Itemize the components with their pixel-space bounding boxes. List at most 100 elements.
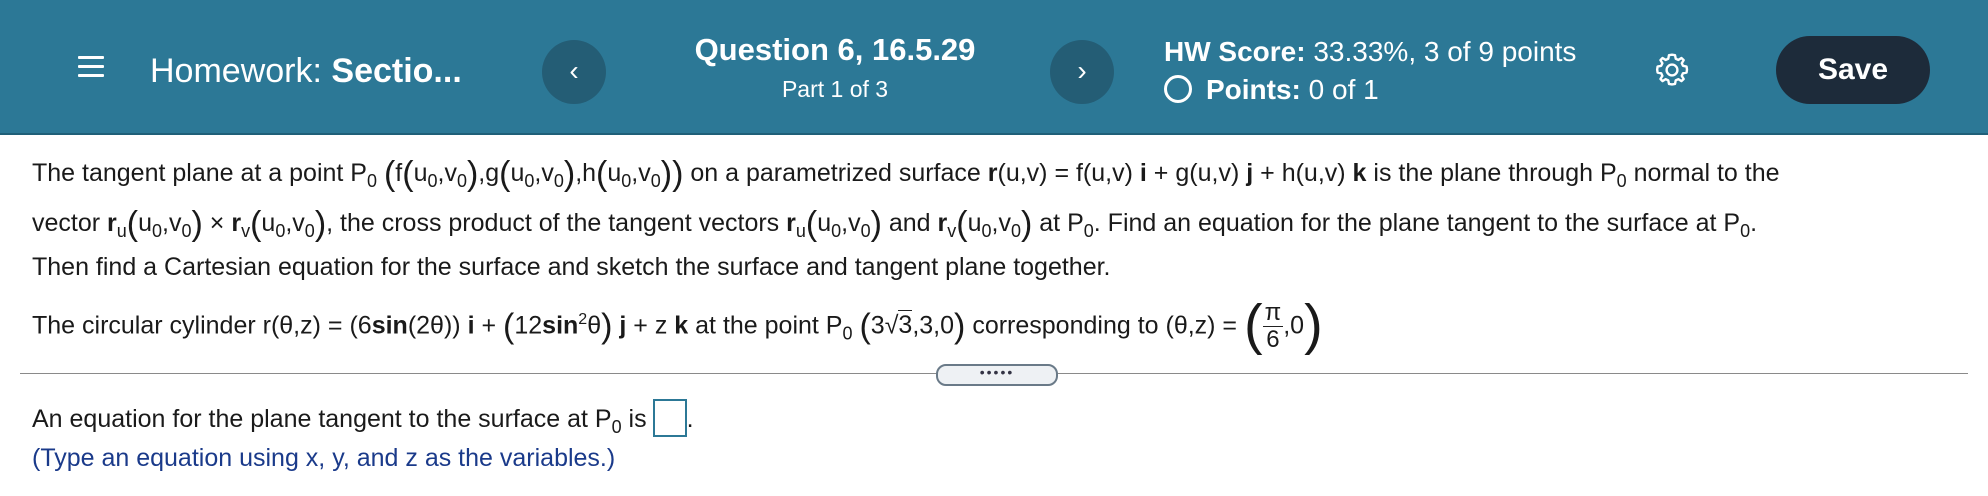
text-segment: An equation for the plane tangent to the… <box>32 405 612 433</box>
hw-score-value: 33.33%, 3 of 9 points <box>1313 36 1577 67</box>
text-segment: and <box>888 209 931 237</box>
top-bar: Homework: Sectio... ‹ Question 6, 16.5.2… <box>0 0 1988 135</box>
text-segment: is the plane through P <box>1373 159 1617 187</box>
text-segment: u <box>510 159 525 187</box>
text-segment: v <box>541 159 554 187</box>
subscript: v <box>947 221 957 241</box>
text-segment: , the cross product of the tangent vecto… <box>326 209 780 237</box>
text-segment: 3 <box>870 311 885 340</box>
text-segment: at the point P <box>695 311 843 340</box>
gear-icon[interactable] <box>1654 52 1690 88</box>
text-segment: u <box>413 159 428 187</box>
superscript: 2 <box>578 311 588 328</box>
answer-input[interactable] <box>652 399 687 437</box>
subscript: 0 <box>1740 221 1751 241</box>
problem-line-1: The tangent plane at a point P0 (f(u0,v0… <box>32 155 1780 193</box>
text-segment: v <box>169 209 182 237</box>
text-segment: sin <box>542 311 579 340</box>
text-segment: + <box>1260 159 1275 187</box>
text-segment: vector <box>32 209 101 237</box>
previous-question-button[interactable]: ‹ <box>542 40 606 104</box>
homework-label: Homework: <box>150 52 322 90</box>
text-segment: 12 <box>514 311 543 340</box>
subscript: 0 <box>1010 221 1021 241</box>
fraction-numerator: π <box>1262 299 1284 328</box>
fraction-denominator: 6 <box>1266 326 1280 354</box>
text-segment: . <box>1750 209 1758 237</box>
text-segment: + <box>481 311 497 340</box>
subscript: 0 <box>981 221 992 241</box>
question-title: Question 6, 16.5.29 <box>694 32 976 67</box>
text-segment: u <box>138 209 153 237</box>
subscript: 0 <box>650 171 661 191</box>
points-label: Points: <box>1206 74 1301 105</box>
text-segment: × <box>209 209 225 237</box>
text-segment: i <box>1139 159 1147 187</box>
text-segment: u <box>607 159 622 187</box>
text-segment: √ <box>884 311 899 340</box>
subscript: 0 <box>553 171 564 191</box>
text-segment: is <box>628 405 647 433</box>
subscript: 0 <box>275 221 286 241</box>
text-segment: on a parametrized surface <box>690 159 981 187</box>
subscript: 0 <box>181 221 192 241</box>
points-status: Points: 0 of 1 <box>1164 74 1379 106</box>
text-segment: h(u,v) <box>1281 159 1346 187</box>
text-segment: r <box>937 209 948 237</box>
subscript: 0 <box>860 221 871 241</box>
text-segment: v <box>638 159 651 187</box>
text-segment: at P <box>1039 209 1084 237</box>
subscript: 0 <box>524 171 535 191</box>
text-segment: ,3,0 <box>912 311 955 340</box>
problem-line-4: The circular cylinder r(θ,z) = (6sin(2θ)… <box>32 292 1323 356</box>
text-segment: 3 <box>898 310 913 340</box>
subscript: 0 <box>152 221 163 241</box>
text-segment: corresponding to (θ,z) = <box>972 311 1238 340</box>
text-segment: r <box>231 209 242 237</box>
hw-score: HW Score: 33.33%, 3 of 9 points <box>1164 36 1576 68</box>
homework-name: Sectio... <box>331 52 462 90</box>
subscript: 0 <box>456 171 467 191</box>
next-question-button[interactable]: › <box>1050 40 1114 104</box>
text-segment: k <box>674 311 689 340</box>
text-segment: normal to the <box>1633 159 1780 187</box>
subscript: 0 <box>427 171 438 191</box>
text-segment: (2θ)) <box>407 311 461 340</box>
subscript: 0 <box>611 417 622 437</box>
homework-title[interactable]: Homework: Sectio... <box>150 52 462 91</box>
text-segment: + <box>1153 159 1169 187</box>
subscript: u <box>795 221 806 241</box>
save-button[interactable]: Save <box>1776 36 1930 104</box>
problem-line-3: Then find a Cartesian equation for the s… <box>32 253 1111 281</box>
text-segment: r <box>786 209 796 237</box>
text-segment: u <box>817 209 832 237</box>
divider-drag-handle[interactable]: ••••• <box>936 364 1058 386</box>
text-segment: i <box>467 311 475 340</box>
text-segment: The circular cylinder r(θ,z) = (6 <box>32 311 372 340</box>
text-segment: ,0 <box>1283 311 1305 340</box>
answer-prompt: An equation for the plane tangent to the… <box>32 399 694 438</box>
fraction: π6 <box>1262 299 1284 354</box>
text-segment: The tangent plane at a point P <box>32 159 367 187</box>
incomplete-circle-icon <box>1164 75 1192 103</box>
problem-statement: The tangent plane at a point P0 (f(u0,v0… <box>32 152 1962 361</box>
text-segment: k <box>1352 159 1367 187</box>
text-segment: sin <box>371 311 408 340</box>
answer-hint: (Type an equation using x, y, and z as t… <box>32 444 616 472</box>
text-segment: r <box>987 159 998 187</box>
text-segment: h <box>582 159 597 187</box>
text-segment: v <box>444 159 457 187</box>
subscript: 0 <box>304 221 315 241</box>
hw-score-label: HW Score: <box>1164 36 1306 67</box>
text-segment: u <box>967 209 982 237</box>
text-segment: (u,v) = f(u,v) <box>997 159 1133 187</box>
text-segment: v <box>848 209 861 237</box>
problem-line-2: vector ru(u0,v0) × rv(u0,v0), the cross … <box>32 205 1758 243</box>
text-segment: . <box>686 405 694 433</box>
subscript: 0 <box>621 171 632 191</box>
text-segment: v <box>998 209 1011 237</box>
text-segment: j <box>1246 159 1254 187</box>
points-value: 0 of 1 <box>1308 74 1379 105</box>
hamburger-menu-icon[interactable] <box>78 56 104 78</box>
subscript: v <box>241 221 251 241</box>
